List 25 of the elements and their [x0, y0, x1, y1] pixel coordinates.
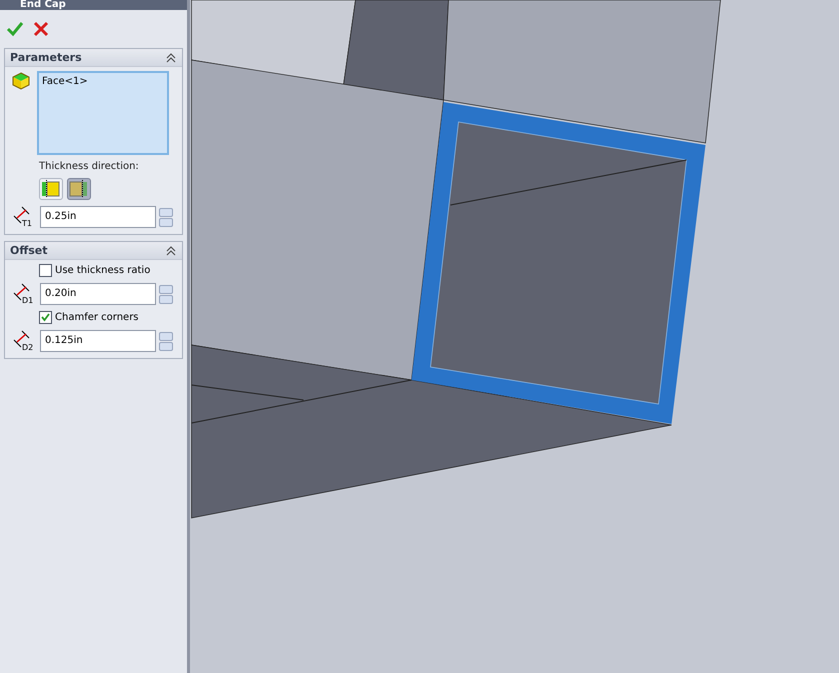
- direction-button[interactable]: [39, 178, 63, 200]
- checkbox-label: Use thickness ratio: [55, 265, 150, 276]
- collapse-icon[interactable]: [165, 246, 177, 256]
- ok-check-icon[interactable]: [6, 20, 24, 38]
- chamfer-field[interactable]: 0.125in: [40, 330, 156, 352]
- selection-list[interactable]: Face<1>: [37, 71, 169, 155]
- section-title: Offset: [10, 244, 48, 257]
- spin-down-button[interactable]: [159, 218, 173, 226]
- checkbox[interactable]: [39, 311, 52, 324]
- cancel-x-icon[interactable]: [32, 20, 50, 38]
- spin-up-button[interactable]: [159, 332, 173, 340]
- spin-up-button[interactable]: [159, 284, 173, 294]
- spin-down-button[interactable]: [159, 294, 173, 304]
- spin-up-button[interactable]: [159, 208, 173, 216]
- section-title: Parameters: [10, 51, 82, 64]
- checkbox-label: Chamfer corners: [55, 312, 139, 323]
- cube-icon: [11, 71, 31, 91]
- list-item[interactable]: Face<1>: [42, 76, 164, 87]
- direction-button[interactable]: [67, 178, 91, 200]
- checkbox[interactable]: [39, 264, 52, 277]
- field-label: Thickness direction:: [38, 161, 140, 172]
- collapse-icon[interactable]: [165, 52, 177, 62]
- spin-down-button[interactable]: [159, 342, 173, 350]
- offset-field[interactable]: 0.20in: [40, 283, 156, 305]
- thickness-field[interactable]: 0.25in: [40, 206, 156, 228]
